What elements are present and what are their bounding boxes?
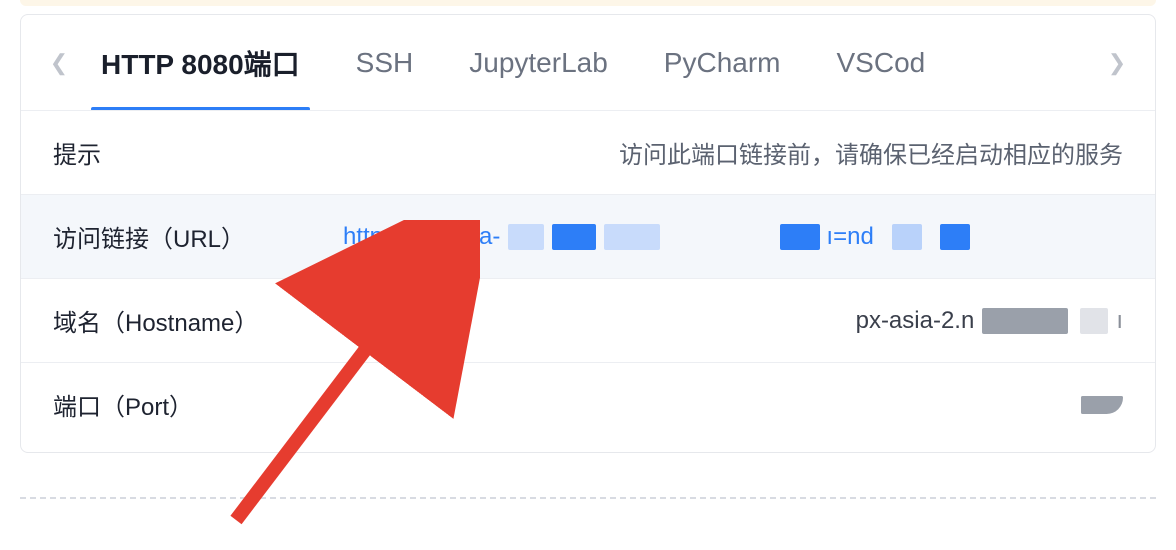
hostname-prefix: px-asia-2.n [856, 307, 975, 335]
redacted-port-icon [1081, 396, 1123, 414]
tab-pycharm[interactable]: PyCharm [636, 15, 809, 110]
hostname-suffix-char: ı [1116, 307, 1123, 335]
tab-ssh[interactable]: SSH [328, 15, 442, 110]
redacted-block-icon [552, 224, 596, 250]
row-tip: 提示 访问此端口链接前，请确保已经启动相应的服务 [21, 111, 1155, 195]
url-link[interactable]: https://px-asia- [343, 223, 500, 251]
tab-jupyterlab[interactable]: JupyterLab [441, 15, 636, 110]
redacted-block-icon [892, 224, 922, 250]
row-value: https://px-asia- ı=nd [343, 223, 1123, 251]
tab-label: VSCod [837, 47, 926, 79]
url-fragment: ı=nd [826, 223, 873, 251]
row-label: 域名（Hostname） [53, 303, 343, 338]
tab-label: HTTP 8080端口 [101, 43, 300, 83]
tabs-row: ❮ HTTP 8080端口 SSH JupyterLab PyCharm VSC… [21, 15, 1155, 111]
tabs-scroll-left-icon[interactable]: ❮ [45, 50, 73, 76]
row-label: 访问链接（URL） [53, 219, 343, 254]
redacted-block-icon [508, 224, 544, 250]
tabs-scroll-right-icon[interactable]: ❯ [1103, 50, 1131, 76]
connection-card: ❮ HTTP 8080端口 SSH JupyterLab PyCharm VSC… [20, 14, 1156, 453]
row-label: 提示 [53, 135, 343, 170]
tab-label: SSH [356, 47, 414, 79]
redacted-block-icon [780, 224, 820, 250]
section-divider [20, 497, 1156, 499]
row-port: 端口（Port） [21, 363, 1155, 446]
info-rows: 提示 访问此端口链接前，请确保已经启动相应的服务 访问链接（URL） https… [21, 111, 1155, 446]
tabs-list: HTTP 8080端口 SSH JupyterLab PyCharm VSCod [73, 15, 1103, 110]
row-value [343, 396, 1123, 414]
redacted-block-icon [982, 308, 1068, 334]
redacted-block-icon [1080, 308, 1108, 334]
redacted-block-icon [940, 224, 970, 250]
tab-http-8080[interactable]: HTTP 8080端口 [73, 15, 328, 110]
row-value: 访问此端口链接前，请确保已经启动相应的服务 [343, 135, 1123, 170]
tab-vscode[interactable]: VSCod [809, 15, 954, 110]
row-hostname: 域名（Hostname） px-asia-2.n ı [21, 279, 1155, 363]
top-alert-strip [20, 0, 1156, 6]
tab-label: JupyterLab [469, 47, 608, 79]
row-value: px-asia-2.n ı [343, 307, 1123, 335]
row-label: 端口（Port） [53, 387, 343, 422]
row-url: 访问链接（URL） https://px-asia- ı=nd [21, 195, 1155, 279]
tab-label: PyCharm [664, 47, 781, 79]
redacted-block-icon [604, 224, 660, 250]
